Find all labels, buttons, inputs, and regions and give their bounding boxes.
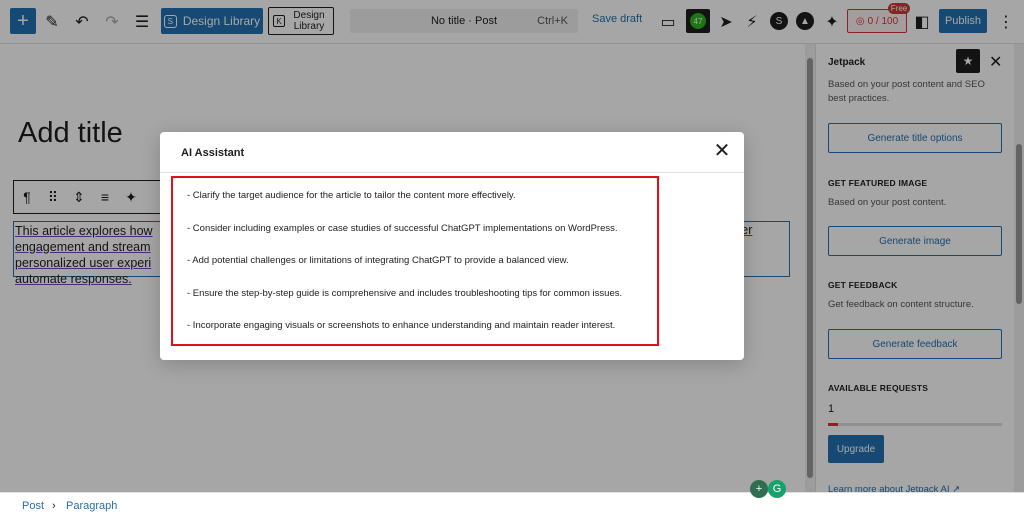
grammarly-icon[interactable]: G xyxy=(768,480,786,498)
modal-backdrop-right xyxy=(805,44,1024,492)
breadcrumb-paragraph[interactable]: Paragraph xyxy=(66,500,117,512)
plugin-plus-icon[interactable]: + xyxy=(750,480,768,498)
breadcrumb-separator: › xyxy=(52,500,56,512)
suggestion-item: - Consider including examples or case st… xyxy=(187,223,618,234)
modal-title: AI Assistant xyxy=(181,147,245,159)
suggestion-item: - Incorporate engaging visuals or screen… xyxy=(187,320,616,331)
breadcrumb-post[interactable]: Post xyxy=(22,500,44,512)
suggestion-item: - Add potential challenges or limitation… xyxy=(187,255,569,266)
suggestion-item: - Ensure the step-by-step guide is compr… xyxy=(187,288,623,299)
suggestion-item: - Clarify the target audience for the ar… xyxy=(187,190,516,201)
suggestions-highlight-box: - Clarify the target audience for the ar… xyxy=(171,176,659,346)
ai-assistant-modal: AI Assistant ✕ - Clarify the target audi… xyxy=(160,132,744,360)
modal-divider xyxy=(160,172,744,173)
modal-backdrop-top xyxy=(0,0,1024,44)
close-icon[interactable]: ✕ xyxy=(713,141,731,161)
breadcrumb-footer: Post › Paragraph xyxy=(0,492,1024,518)
